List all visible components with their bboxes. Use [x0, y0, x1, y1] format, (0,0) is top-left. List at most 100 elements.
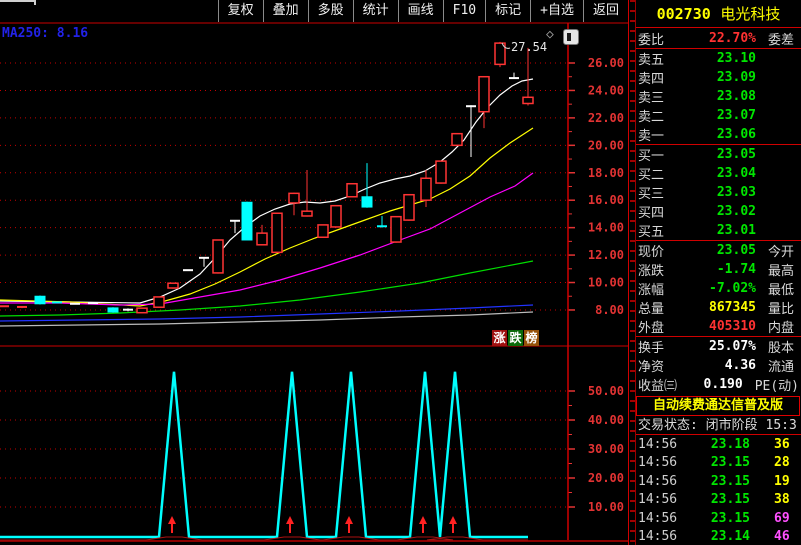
- toolbar-button-8[interactable]: 返回: [582, 0, 628, 22]
- buy-row-3[interactable]: 买三 23.03: [636, 183, 801, 202]
- fin-row-1-right-label: 流通: [768, 360, 795, 375]
- toolbar-button-3[interactable]: 统计: [352, 0, 398, 22]
- info-row-2: 涨幅 -7.02% 最低: [636, 279, 801, 298]
- tick-time: 14:56: [638, 510, 678, 526]
- signal-arrow-head-icon: [286, 516, 294, 524]
- candle-up: [494, 42, 506, 66]
- candle-up: [330, 204, 342, 228]
- axis-label: 20.00: [588, 138, 624, 152]
- sell-row-5[interactable]: 卖五 23.10: [636, 49, 801, 68]
- info-row-2-value: -7.02%: [709, 281, 756, 296]
- buy-row-4-label: 买四: [638, 206, 665, 221]
- weibi-value: 22.70%: [709, 30, 756, 46]
- candle-up: [390, 215, 402, 243]
- tick-row-1: 14:56 23.15 28: [636, 454, 801, 473]
- tick-price: 23.15: [710, 455, 750, 471]
- buy-row-1-label: 买一: [638, 149, 665, 164]
- tick-price: 23.15: [710, 492, 750, 508]
- rank-badge-down[interactable]: 跌: [508, 330, 523, 346]
- tick-list: 14:56 23.18 36 14:56 23.15 28 14:56 23.15 19 14:5…: [636, 435, 801, 545]
- toolbar-button-6[interactable]: 标记: [485, 0, 530, 22]
- buy-row-1[interactable]: 买一 23.05: [636, 145, 801, 164]
- axis-label: 20.00: [588, 471, 624, 485]
- rank-badge-board[interactable]: 榜: [524, 330, 539, 346]
- tick-volume: 28: [774, 455, 790, 471]
- info-row-3-label: 总量: [638, 302, 665, 317]
- tick-price: 23.15: [710, 473, 750, 489]
- fin-row-0-right-label: 股本: [768, 341, 795, 356]
- ma250-value-label: MA250: 8.16: [2, 26, 89, 41]
- tick-row-2: 14:56 23.15 19: [636, 472, 801, 491]
- buy-row-5-price: 23.01: [716, 223, 756, 238]
- info-row-0-right-label: 今开: [768, 245, 795, 260]
- info-row-1-value: -1.74: [716, 262, 756, 277]
- renewal-notice-banner[interactable]: 自动续费通达信普及版: [636, 396, 800, 416]
- high-annotation-pointer: [501, 42, 511, 49]
- sell-row-3-price: 23.08: [716, 89, 756, 104]
- fin-row-2-value: 0.190: [703, 377, 743, 392]
- sell-row-1[interactable]: 卖一 23.06: [636, 125, 801, 144]
- sell-row-4[interactable]: 卖四 23.09: [636, 68, 801, 87]
- axis-label: 40.00: [588, 413, 624, 427]
- sell-row-2[interactable]: 卖二 23.07: [636, 106, 801, 125]
- tick-price: 23.18: [710, 436, 750, 452]
- tick-time: 14:56: [638, 455, 678, 471]
- toolbar-button-0[interactable]: 复权: [217, 0, 263, 22]
- diamond-marker-icon[interactable]: ◇: [546, 28, 554, 42]
- buy-row-2[interactable]: 买二 23.04: [636, 164, 801, 183]
- stock-name: 电光科技: [720, 5, 781, 23]
- tick-row-4: 14:56 23.15 69: [636, 509, 801, 528]
- candle-up: [301, 210, 313, 217]
- tick-time: 14:56: [638, 473, 678, 489]
- axis-label: 22.00: [588, 111, 624, 125]
- toolbar-button-7[interactable]: +自选: [530, 0, 583, 22]
- panel-layout-toggle-icon[interactable]: [563, 29, 579, 45]
- candle-up: [212, 239, 224, 274]
- toolbar-button-2[interactable]: 多股: [307, 0, 353, 22]
- toolbar-button-1[interactable]: 叠加: [262, 0, 308, 22]
- ma-gray: [0, 311, 534, 327]
- rank-badges: 涨跌榜: [492, 330, 539, 346]
- weicha-label: 委差: [768, 32, 795, 48]
- sell-row-4-price: 23.09: [716, 70, 756, 85]
- toolbar-button-5[interactable]: F10: [442, 0, 485, 22]
- ma-magenta: [0, 172, 534, 306]
- candle-up: [288, 192, 300, 204]
- tick-row-5: 14:56 23.14 46: [636, 528, 801, 545]
- candle-up: [522, 96, 534, 105]
- tick-time: 14:56: [638, 492, 678, 508]
- buy-row-1-price: 23.05: [716, 147, 756, 162]
- buy-row-2-price: 23.04: [716, 166, 756, 181]
- sell-row-4-label: 卖四: [638, 72, 665, 87]
- tick-volume: 38: [774, 492, 790, 508]
- buy-row-4[interactable]: 买四 23.02: [636, 202, 801, 221]
- info-row-4-label: 外盘: [638, 321, 665, 336]
- candle-down: [107, 307, 119, 313]
- stock-title: 002730 电光科技: [636, 0, 801, 28]
- info-row-4-right-label: 内盘: [768, 321, 795, 336]
- ma-green: [0, 260, 534, 317]
- info-row-1-label: 涨跌: [638, 264, 665, 279]
- toolbar-button-4[interactable]: 画线: [397, 0, 443, 22]
- fin-row-0-label: 换手: [638, 341, 665, 356]
- sell-row-3[interactable]: 卖三 23.08: [636, 87, 801, 106]
- axis-label: 30.00: [588, 442, 624, 456]
- axis-label: 10.00: [588, 276, 624, 290]
- sell-queue: 卖五 23.10 卖四 23.09 卖三 23.08 卖二 23.07 卖一 23.06: [636, 49, 801, 145]
- signal-arrow-head-icon: [168, 516, 176, 524]
- ma-white: [0, 78, 534, 304]
- sell-row-2-price: 23.07: [716, 108, 756, 123]
- tick-price: 23.15: [710, 510, 750, 526]
- indicator-series: [0, 371, 528, 539]
- candle-down: [34, 295, 46, 305]
- fin-row-2-label: 收益㈢: [638, 379, 678, 394]
- rank-badge-up[interactable]: 涨: [492, 330, 507, 346]
- axis-label: 12.00: [588, 248, 624, 262]
- tick-row-0: 14:56 23.18 36: [636, 435, 801, 454]
- tick-row-3: 14:56 23.15 38: [636, 491, 801, 510]
- sell-row-1-price: 23.06: [716, 127, 756, 142]
- buy-row-5[interactable]: 买五 23.01: [636, 221, 801, 240]
- sell-row-3-label: 卖三: [638, 91, 665, 106]
- buy-row-3-label: 买三: [638, 187, 665, 202]
- weibi-row: 委比 22.70% 委差: [636, 28, 801, 49]
